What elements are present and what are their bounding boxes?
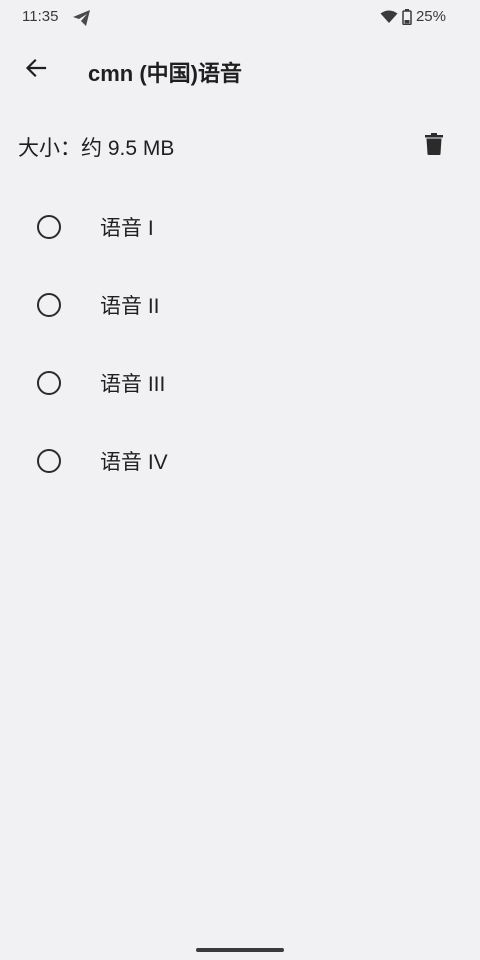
size-row: 大小：约 9.5 MB	[0, 124, 480, 168]
radio-button[interactable]	[37, 449, 61, 473]
voice-option-1[interactable]: 语音 I	[0, 188, 480, 266]
voice-label: 语音 II	[100, 295, 160, 318]
voice-label: 语音 III	[100, 373, 166, 396]
voice-option-2[interactable]: 语音 II	[0, 266, 480, 344]
radio-button[interactable]	[37, 371, 61, 395]
delete-button[interactable]	[412, 124, 456, 168]
app-bar: cmn (中国)语音	[0, 44, 480, 96]
page-title: cmn (中国)语音	[88, 61, 243, 86]
telegram-icon	[72, 9, 92, 27]
radio-button[interactable]	[37, 293, 61, 317]
back-button[interactable]	[14, 48, 58, 92]
status-time: 11:35	[22, 8, 59, 25]
status-bar: 11:35 25%	[0, 0, 480, 36]
gesture-nav-bar[interactable]	[196, 948, 284, 952]
battery-icon	[402, 8, 412, 25]
voice-option-3[interactable]: 语音 III	[0, 344, 480, 422]
size-label: 大小：约 9.5 MB	[18, 137, 175, 160]
trash-icon	[425, 132, 443, 160]
radio-button[interactable]	[37, 215, 61, 239]
battery-percent: 25%	[415, 8, 446, 25]
voice-option-4[interactable]: 语音 IV	[0, 422, 480, 500]
arrow-back-icon	[25, 57, 47, 84]
status-icons: 25%	[380, 8, 446, 25]
wifi-icon	[380, 10, 398, 24]
voice-label: 语音 I	[100, 217, 154, 240]
voice-label: 语音 IV	[100, 451, 168, 474]
voice-list: 语音 I 语音 II 语音 III 语音 IV	[0, 188, 480, 500]
